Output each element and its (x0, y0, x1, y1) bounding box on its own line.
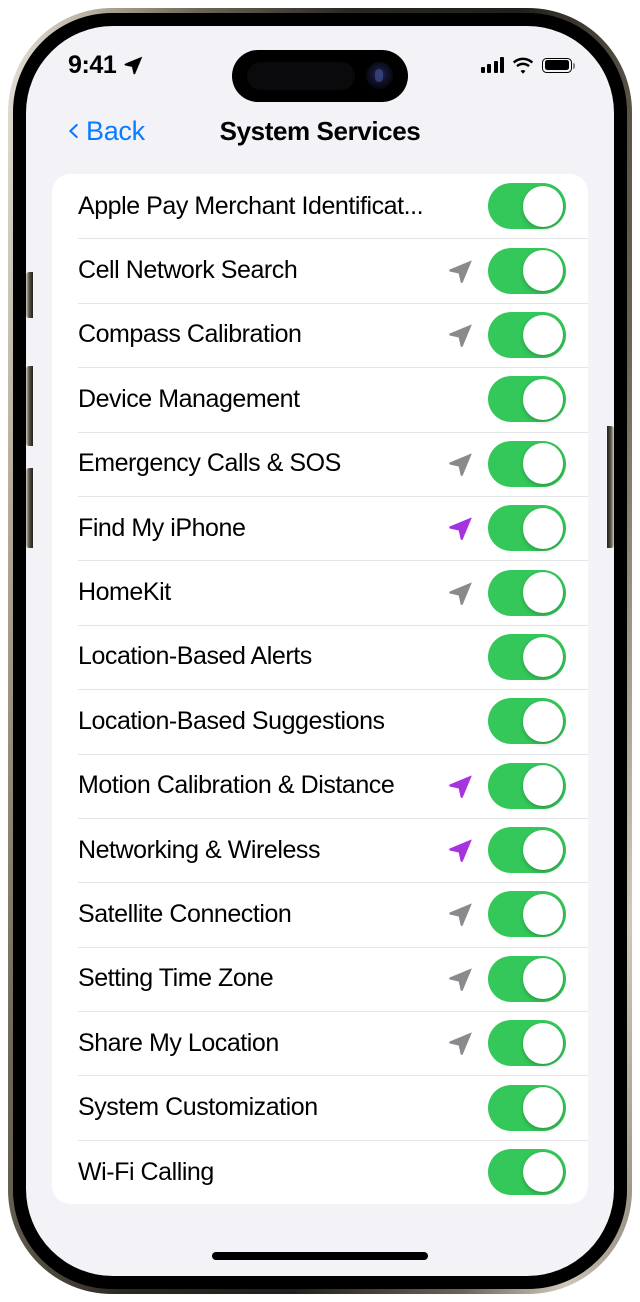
settings-row[interactable]: Satellite Connection (52, 882, 588, 946)
settings-toggle[interactable] (488, 505, 566, 552)
settings-row[interactable]: Apple Pay Merchant Identificat... (52, 174, 588, 238)
wifi-icon (512, 57, 534, 74)
location-arrow-recent-icon (449, 260, 472, 283)
settings-toggle[interactable] (488, 569, 566, 616)
location-arrow-recent-icon (449, 453, 472, 476)
front-camera-icon (366, 62, 393, 89)
settings-row[interactable]: Location-Based Suggestions (52, 689, 588, 753)
location-arrow-active-icon (449, 517, 472, 541)
settings-row-label: Cell Network Search (78, 256, 298, 285)
earpiece-speaker (247, 62, 355, 90)
toggle-knob (522, 314, 564, 356)
toggle-knob (522, 572, 564, 613)
settings-row-label: Apple Pay Merchant Identificat... (78, 191, 424, 220)
toggle-knob (522, 507, 564, 549)
settings-card: Apple Pay Merchant Identificat... Cell Ne… (52, 174, 588, 1205)
settings-toggle[interactable] (488, 311, 566, 358)
location-arrow-recent-icon (449, 1032, 472, 1056)
settings-row[interactable]: Compass Calibration (52, 302, 588, 367)
location-arrow-recent-icon (449, 903, 472, 927)
settings-row-label: Emergency Calls & SOS (78, 449, 341, 478)
home-indicator[interactable] (212, 1252, 428, 1260)
location-arrow-recent-icon (449, 582, 472, 605)
location-arrow-icon (124, 56, 143, 75)
settings-row-label: Device Management (78, 384, 300, 413)
settings-row-label: Networking & Wireless (78, 835, 321, 864)
back-button[interactable]: Back (66, 116, 145, 147)
settings-row-label: Motion Calibration & Distance (78, 771, 395, 800)
settings-toggle[interactable] (488, 698, 566, 745)
settings-toggle[interactable] (488, 827, 566, 874)
settings-toggle[interactable] (488, 633, 566, 680)
battery-full-icon (542, 57, 576, 73)
settings-toggle[interactable] (488, 1149, 566, 1196)
settings-row-label: Share My Location (78, 1028, 279, 1057)
cellular-signal-icon (480, 57, 504, 73)
toggle-knob (522, 765, 564, 807)
settings-toggle[interactable] (488, 247, 566, 294)
settings-row[interactable]: System Customization (52, 1075, 588, 1139)
toggle-knob (522, 185, 564, 227)
toggle-knob (522, 958, 564, 1000)
settings-row[interactable]: Location-Based Alerts (52, 624, 588, 689)
settings-toggle[interactable] (488, 891, 566, 938)
back-button-label: Back (86, 115, 145, 146)
settings-row-label: Location-Based Suggestions (78, 706, 385, 735)
settings-toggle[interactable] (488, 440, 566, 487)
power-button[interactable] (607, 426, 614, 548)
toggle-knob (522, 1151, 564, 1193)
status-bar-left: 9:41 (68, 51, 144, 80)
settings-row-label: Wi-Fi Calling (78, 1157, 214, 1186)
settings-row-label: Setting Time Zone (78, 964, 274, 993)
settings-list: Apple Pay Merchant Identificat... Cell Ne… (26, 174, 614, 1276)
chevron-left-icon (69, 123, 78, 139)
toggle-knob (522, 700, 564, 742)
device-frame: 9:41 Back System Services Apple Pay Merc… (8, 8, 632, 1294)
settings-row[interactable]: Networking & Wireless (52, 817, 588, 882)
toggle-knob (522, 250, 564, 291)
location-arrow-active-icon (449, 775, 472, 798)
volume-down-button[interactable] (26, 468, 33, 548)
toggle-knob (522, 1022, 564, 1064)
settings-row-label: Find My iPhone (78, 513, 246, 542)
settings-row[interactable]: Motion Calibration & Distance (52, 753, 588, 818)
settings-toggle[interactable] (488, 1084, 566, 1131)
toggle-knob (522, 636, 564, 678)
toggle-knob (522, 1087, 564, 1129)
settings-toggle[interactable] (488, 1020, 566, 1067)
settings-row[interactable]: Emergency Calls & SOS (52, 431, 588, 496)
settings-row[interactable]: Share My Location (52, 1011, 588, 1075)
settings-toggle[interactable] (488, 762, 566, 809)
settings-row[interactable]: Setting Time Zone (52, 946, 588, 1011)
toggle-knob (522, 894, 564, 935)
location-arrow-active-icon (449, 839, 472, 863)
settings-row[interactable]: HomeKit (52, 560, 588, 624)
settings-row-label: System Customization (78, 1093, 318, 1122)
status-bar-right (480, 57, 576, 74)
settings-row[interactable]: Wi-Fi Calling (52, 1139, 588, 1204)
settings-toggle[interactable] (488, 376, 566, 423)
toggle-knob (522, 829, 564, 871)
dynamic-island (232, 50, 408, 102)
location-arrow-recent-icon (449, 324, 472, 347)
volume-up-button[interactable] (26, 366, 33, 446)
settings-row-label: HomeKit (78, 578, 171, 607)
toggle-knob (522, 378, 564, 420)
settings-row-label: Location-Based Alerts (78, 642, 312, 671)
action-button[interactable] (26, 272, 33, 318)
phone-screen: 9:41 Back System Services Apple Pay Merc… (26, 26, 614, 1276)
settings-row[interactable]: Device Management (52, 367, 588, 431)
settings-row-label: Satellite Connection (78, 899, 292, 928)
settings-row-label: Compass Calibration (78, 320, 302, 349)
device-bezel: 9:41 Back System Services Apple Pay Merc… (13, 13, 627, 1289)
settings-row[interactable]: Cell Network Search (52, 238, 588, 302)
status-bar-clock: 9:41 (68, 50, 117, 79)
location-arrow-recent-icon (449, 968, 472, 991)
settings-toggle[interactable] (488, 955, 566, 1002)
settings-row[interactable]: Find My iPhone (52, 495, 588, 560)
toggle-knob (522, 443, 564, 485)
settings-toggle[interactable] (488, 183, 566, 230)
